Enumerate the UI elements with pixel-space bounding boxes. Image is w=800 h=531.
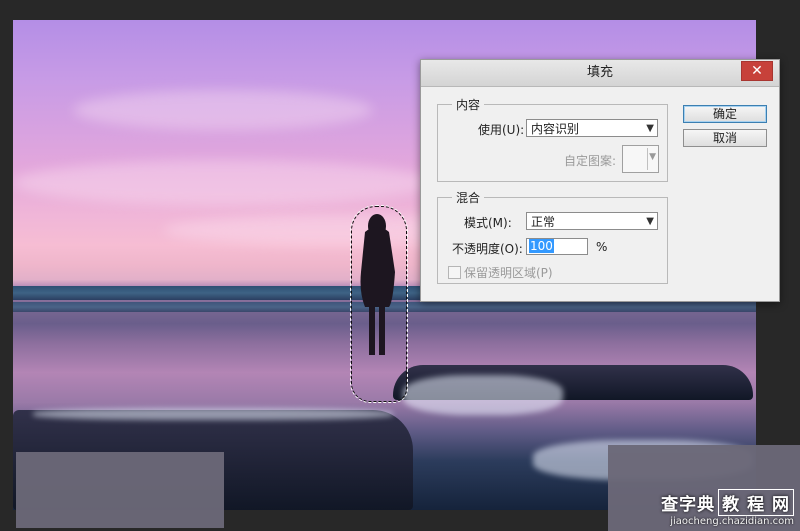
marching-ants-selection[interactable] [350,205,408,403]
mode-label: 模式(M): [464,216,512,230]
blend-group-title: 混合 [452,189,485,206]
custom-pattern-label: 自定图案: [564,154,617,168]
chevron-down-icon: ▼ [646,216,654,227]
close-button[interactable]: ✕ [741,61,773,81]
cloud [73,90,373,130]
mode-select-value: 正常 [531,215,556,229]
opacity-label: 不透明度(O): [452,242,523,256]
content-group: 内容 使用(U): 内容识别 ▼ 自定图案: ▼ [437,96,668,182]
ok-button-label: 确定 [712,107,737,121]
watermark-brand: 查字典教 程 网 [661,489,794,516]
chevron-down-icon: ▼ [646,123,654,134]
close-icon: ✕ [751,63,763,79]
use-select-value: 内容识别 [531,122,580,136]
divider [647,148,648,170]
use-label: 使用(U): [478,123,525,137]
cloud [13,160,433,205]
watermark-box: 教 程 网 [718,489,794,516]
water-foam [33,408,393,420]
custom-pattern-picker[interactable]: ▼ [622,145,659,173]
watermark: 查字典教 程 网 jiaocheng.chazidian.com [661,489,794,527]
opacity-value: 100 [529,239,554,253]
bottom-left-panel [16,452,224,528]
cancel-button-label: 取消 [712,131,737,145]
mode-select[interactable]: 正常 ▼ [526,212,658,230]
opacity-input[interactable]: 100 [526,238,588,255]
content-group-title: 内容 [452,96,485,113]
preserve-transparency-label: 保留透明区域(P) [464,266,553,280]
opacity-unit: % [596,240,608,254]
dialog-title: 填充 [586,65,613,80]
cancel-button[interactable]: 取消 [683,129,767,147]
dialog-titlebar[interactable]: 填充 [421,60,779,87]
ok-button[interactable]: 确定 [683,105,767,123]
chevron-down-icon: ▼ [649,152,656,162]
watermark-url: jiaocheng.chazidian.com [670,516,794,527]
fill-dialog: 填充 ✕ 内容 使用(U): 内容识别 ▼ 自定图案: ▼ 混合 模式(M): … [420,59,780,302]
preserve-transparency-checkbox[interactable] [448,266,461,279]
use-select[interactable]: 内容识别 ▼ [526,119,658,137]
water-foam [403,375,563,415]
blend-group: 混合 模式(M): 正常 ▼ 不透明度(O): 100 % 保留透明区域(P) [437,189,668,284]
